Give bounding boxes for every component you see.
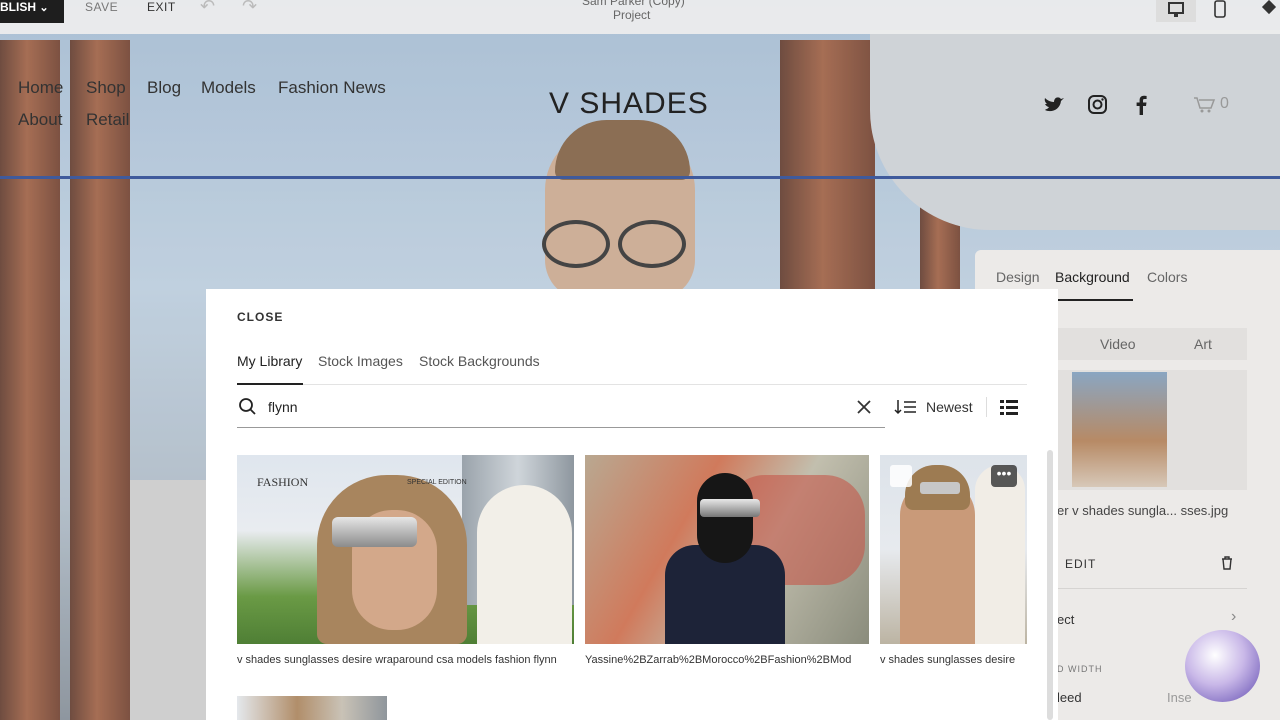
cart-count: 0: [1220, 95, 1229, 112]
nav-about[interactable]: About: [18, 110, 62, 130]
site-brand[interactable]: V SHADES: [549, 87, 709, 121]
panel-tab-design[interactable]: Design: [996, 269, 1040, 285]
background-preview[interactable]: [1057, 370, 1247, 490]
more-options-icon[interactable]: •••: [991, 465, 1017, 487]
library-image-4[interactable]: [237, 696, 387, 720]
panel-option-inset[interactable]: Inse: [1167, 690, 1192, 705]
sort-dropdown[interactable]: Newest: [926, 399, 973, 415]
twitter-icon[interactable]: [1043, 95, 1065, 115]
select-checkbox[interactable]: [890, 465, 912, 487]
media-tab-art[interactable]: Art: [1194, 336, 1212, 352]
background-thumbnail: [1072, 372, 1167, 487]
toolbar-divider: [986, 397, 987, 417]
tab-stock-backgrounds[interactable]: Stock Backgrounds: [419, 353, 540, 369]
facebook-icon[interactable]: [1133, 94, 1149, 116]
mobile-icon[interactable]: [1210, 0, 1230, 20]
modal-scrollbar[interactable]: [1047, 450, 1053, 720]
site-subtitle: Project: [613, 8, 651, 22]
media-type-tabs: Video Art: [1057, 328, 1247, 360]
chevron-down-icon: ⌄: [39, 2, 49, 14]
site-title: Sam Parker (Copy): [582, 0, 685, 8]
thumb2-sunglasses: [700, 499, 760, 517]
nav-shop[interactable]: Shop: [86, 78, 126, 98]
nav-blog[interactable]: Blog: [147, 78, 181, 98]
trash-icon[interactable]: [1219, 555, 1235, 571]
search-input[interactable]: flynn: [268, 399, 298, 415]
panel-row-effect[interactable]: ect: [1057, 612, 1074, 627]
clear-search-icon[interactable]: [856, 399, 872, 415]
nav-fashion-news[interactable]: Fashion News: [278, 78, 386, 98]
thumb3-sunglasses: [920, 482, 960, 494]
active-tab-underline: [1053, 299, 1133, 301]
panel-tab-colors[interactable]: Colors: [1147, 269, 1187, 285]
tabs-divider: [237, 384, 1027, 385]
thumb1-overlay-subtext: SPECIAL EDITION: [407, 479, 467, 486]
undo-icon[interactable]: ↶: [200, 0, 215, 17]
nav-models[interactable]: Models: [201, 78, 256, 98]
desktop-icon: [1168, 2, 1184, 17]
sort-icon[interactable]: [894, 398, 918, 416]
assistant-orb-icon[interactable]: [1185, 630, 1260, 702]
library-image-1[interactable]: FASHION SPECIAL EDITION: [237, 455, 574, 644]
library-image-2[interactable]: [585, 455, 869, 644]
panel-tab-background[interactable]: Background: [1055, 269, 1130, 285]
thumb3-surfboard: [975, 465, 1025, 644]
editor-toolbar: BLISH ⌄ SAVE EXIT ↶ ↷ Sam Parker (Copy) …: [0, 0, 1280, 34]
image-caption-2: Yassine%2BZarrab%2BMorocco%2BFashion%2BM…: [585, 654, 852, 666]
redo-icon[interactable]: ↷: [242, 0, 257, 17]
instagram-icon[interactable]: [1087, 94, 1109, 116]
tab-stock-images[interactable]: Stock Images: [318, 353, 403, 369]
desktop-view-button[interactable]: [1156, 0, 1196, 22]
exit-button[interactable]: EXIT: [147, 0, 176, 14]
cart-icon[interactable]: [1193, 95, 1217, 115]
section-divider-line: [0, 176, 1280, 179]
panel-section-label: D WIDTH: [1057, 664, 1103, 674]
panel-divider: [1057, 588, 1247, 589]
thumb1-overlay-text: FASHION: [257, 475, 309, 489]
save-button[interactable]: SAVE: [85, 0, 118, 14]
media-tab-video[interactable]: Video: [1100, 336, 1136, 352]
close-button[interactable]: CLOSE: [237, 310, 283, 324]
thumb1-surfboard: [477, 485, 572, 644]
thumb1-sunglasses: [332, 517, 417, 547]
list-view-icon[interactable]: [999, 398, 1019, 416]
publish-button[interactable]: BLISH ⌄: [0, 0, 64, 23]
edit-image-button[interactable]: EDIT: [1065, 557, 1096, 571]
search-icon: [239, 398, 256, 415]
nav-retail[interactable]: Retail: [86, 110, 129, 130]
active-tab-indicator: [237, 383, 303, 385]
publish-label: BLISH: [0, 0, 36, 14]
image-caption-3: v shades sunglasses desire: [880, 654, 1016, 666]
chevron-right-icon[interactable]: ›: [1231, 608, 1236, 626]
tab-my-library[interactable]: My Library: [237, 353, 302, 369]
image-caption-1: v shades sunglasses desire wraparound cs…: [237, 654, 557, 666]
library-image-3[interactable]: •••: [880, 455, 1027, 644]
panel-option-bleed[interactable]: leed: [1057, 690, 1082, 705]
thumb2-balaclava: [697, 473, 753, 563]
search-underline: [237, 427, 885, 428]
background-filename: er v shades sungla... sses.jpg: [1057, 503, 1229, 518]
nav-home[interactable]: Home: [18, 78, 63, 98]
style-icon[interactable]: [1258, 0, 1280, 18]
